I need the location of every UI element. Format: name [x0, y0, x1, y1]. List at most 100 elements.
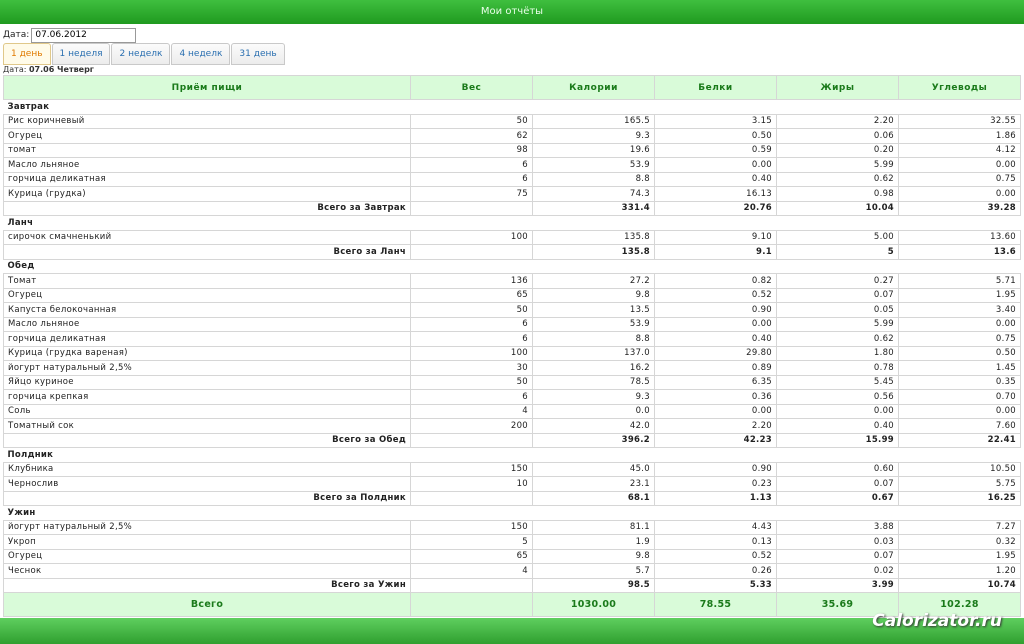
cell-food-name: горчица деликатная — [3, 331, 411, 347]
column-header-meal: Приём пищи — [3, 75, 411, 100]
meal-subtotal-row: Всего за Ланч 135.8 9.1 5 13.6 — [3, 244, 1021, 260]
meal-subtotal-row: Всего за Полдник 68.1 1.13 0.67 16.25 — [3, 490, 1021, 506]
period-tabs: 1 день 1 неделя 2 неделк 4 неделк 31 ден… — [3, 43, 286, 65]
cell-carbs: 0.70 — [898, 389, 1021, 405]
meal-group-row: Ужин — [3, 505, 1021, 521]
cell-fat: 2.20 — [776, 113, 899, 129]
cell-weight: 62 — [410, 128, 533, 144]
cell-protein: 0.52 — [654, 287, 777, 303]
cell-food-name: Яйцо куриное — [3, 374, 411, 390]
cell-food-name: томат — [3, 142, 411, 158]
cell-protein: 0.89 — [654, 360, 777, 376]
table-row: йогурт натуральный 2,5% 30 16.2 0.89 0.78 1.4… — [3, 360, 1021, 376]
cell-calories: 19.6 — [532, 142, 655, 158]
cell-calories: 9.8 — [532, 287, 655, 303]
cell-weight: 50 — [410, 374, 533, 390]
cell-carbs: 0.00 — [898, 403, 1021, 419]
cell-carbs: 7.60 — [898, 418, 1021, 434]
day-info: Дата: 07.06 Четверг — [3, 65, 94, 74]
cell-carbs: 5.75 — [898, 476, 1021, 492]
table-row: Огурец 65 9.8 0.52 0.07 1.95 — [3, 548, 1021, 564]
subtotal-food-name: Всего за Ланч — [3, 244, 411, 260]
table-row: Курица (грудка вареная) 100 137.0 29.80 1.80… — [3, 345, 1021, 361]
cell-protein: 0.00 — [654, 316, 777, 332]
subtotal-calories: 68.1 — [532, 490, 655, 506]
meal-subtotal-row: Всего за Ужин 98.5 5.33 3.99 10.74 — [3, 577, 1021, 593]
cell-carbs: 0.00 — [898, 316, 1021, 332]
cell-calories: 78.5 — [532, 374, 655, 390]
meal-group-title: Полдник — [3, 447, 1021, 463]
cell-carbs: 0.00 — [898, 186, 1021, 202]
cell-calories: 165.5 — [532, 113, 655, 129]
subtotal-food-name: Всего за Завтрак — [3, 200, 411, 216]
cell-protein: 4.43 — [654, 519, 777, 535]
cell-weight: 6 — [410, 389, 533, 405]
cell-weight: 150 — [410, 519, 533, 535]
cell-food-name: Капуста белокочанная — [3, 302, 411, 318]
tab-4-weeks[interactable]: 4 неделк — [171, 43, 231, 65]
cell-carbs: 13.60 — [898, 229, 1021, 245]
tab-31-days[interactable]: 31 день — [231, 43, 285, 65]
table-row: йогурт натуральный 2,5% 150 81.1 4.43 3.88 7.… — [3, 519, 1021, 535]
table-row: горчица деликатная 6 8.8 0.40 0.62 0.75 — [3, 171, 1021, 187]
cell-protein: 9.10 — [654, 229, 777, 245]
subtotal-protein: 5.33 — [654, 577, 777, 593]
cell-calories: 8.8 — [532, 171, 655, 187]
meal-group-row: Ланч — [3, 215, 1021, 231]
cell-food-name: горчица деликатная — [3, 171, 411, 187]
cell-carbs: 5.71 — [898, 273, 1021, 289]
cell-food-name: горчица крепкая — [3, 389, 411, 405]
date-input[interactable] — [31, 27, 137, 43]
cell-food-name: йогурт натуральный 2,5% — [3, 360, 411, 376]
cell-fat: 0.62 — [776, 171, 899, 187]
table-row: Масло льняное 6 53.9 0.00 5.99 0.00 — [3, 316, 1021, 332]
cell-weight: 50 — [410, 302, 533, 318]
cell-fat: 0.07 — [776, 476, 899, 492]
table-row: Томатный сок 200 42.0 2.20 0.40 7.60 — [3, 418, 1021, 434]
column-header-carbs: Углеводы — [898, 75, 1021, 100]
cell-fat: 3.88 — [776, 519, 899, 535]
subtotal-protein: 42.23 — [654, 432, 777, 448]
cell-fat: 0.00 — [776, 403, 899, 419]
table-row: Масло льняное 6 53.9 0.00 5.99 0.00 — [3, 157, 1021, 173]
cell-weight: 200 — [410, 418, 533, 434]
cell-protein: 0.00 — [654, 403, 777, 419]
cell-fat: 0.07 — [776, 287, 899, 303]
tab-2-weeks[interactable]: 2 неделк — [111, 43, 171, 65]
grand-total-protein: 78.55 — [654, 592, 777, 617]
cell-fat: 0.27 — [776, 273, 899, 289]
subtotal-calories: 135.8 — [532, 244, 655, 260]
cell-fat: 0.40 — [776, 418, 899, 434]
grand-total-calories: 1030.00 — [532, 592, 655, 617]
cell-carbs: 7.27 — [898, 519, 1021, 535]
cell-fat: 0.02 — [776, 563, 899, 579]
cell-protein: 0.13 — [654, 534, 777, 550]
subtotal-protein: 9.1 — [654, 244, 777, 260]
table-row: Соль 4 0.0 0.00 0.00 0.00 — [3, 403, 1021, 419]
meal-group-row: Завтрак — [3, 99, 1021, 115]
cell-carbs: 0.35 — [898, 374, 1021, 390]
subtotal-protein: 1.13 — [654, 490, 777, 506]
table-row: Курица (грудка) 75 74.3 16.13 0.98 0.00 — [3, 186, 1021, 202]
table-row: Рис коричневый 50 165.5 3.15 2.20 32.55 — [3, 113, 1021, 129]
cell-weight: 4 — [410, 563, 533, 579]
meal-group-row: Обед — [3, 258, 1021, 274]
cell-fat: 5.00 — [776, 229, 899, 245]
cell-food-name: сирочок смачненький — [3, 229, 411, 245]
subtotal-fat: 0.67 — [776, 490, 899, 506]
tab-1-week[interactable]: 1 неделя — [51, 43, 111, 65]
cell-weight: 5 — [410, 534, 533, 550]
subtotal-food-name: Всего за Полдник — [3, 490, 411, 506]
meal-subtotal-row: Всего за Завтрак 331.4 20.76 10.04 39.28 — [3, 200, 1021, 216]
table-row: горчица крепкая 6 9.3 0.36 0.56 0.70 — [3, 389, 1021, 405]
cell-calories: 27.2 — [532, 273, 655, 289]
cell-carbs: 0.75 — [898, 331, 1021, 347]
cell-weight: 4 — [410, 403, 533, 419]
table-row: Чеснок 4 5.7 0.26 0.02 1.20 — [3, 563, 1021, 579]
meal-group-row: Полдник — [3, 447, 1021, 463]
tab-1-day[interactable]: 1 день — [3, 43, 51, 65]
cell-fat: 0.07 — [776, 548, 899, 564]
grand-total-label: Всего — [3, 592, 411, 617]
cell-food-name: Клубника — [3, 461, 411, 477]
cell-calories: 8.8 — [532, 331, 655, 347]
